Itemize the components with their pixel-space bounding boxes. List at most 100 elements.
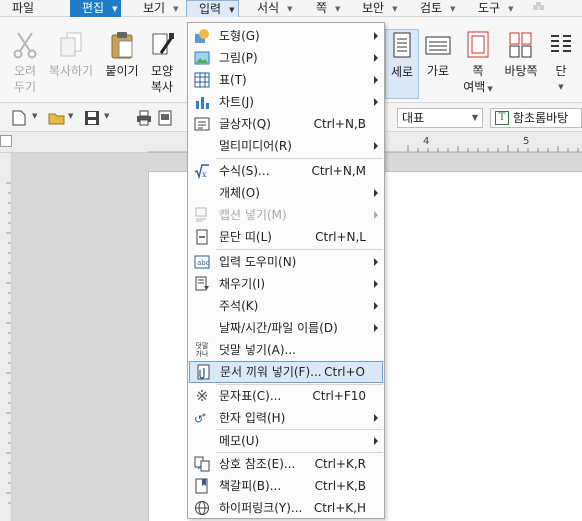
copy-label: 복사하기 — [48, 64, 94, 78]
submenu-arrow-icon — [374, 258, 378, 266]
insert-menu-dropdown: 도형(G) 그림(P) 표(T) 차트(J) 글상자(Q) Ctrl+N,B 멀… — [187, 22, 385, 519]
menu-view[interactable]: 보기 ▼ — [143, 0, 178, 17]
chart-icon — [196, 97, 209, 109]
menu-item-memo[interactable]: 메모(U) — [188, 430, 384, 452]
menu-item-formula[interactable]: x 수식(S)... Ctrl+N,M — [188, 160, 384, 182]
menu-item-chart[interactable]: 차트(J) — [188, 91, 384, 113]
chevron-down-icon: ▼ — [392, 5, 398, 13]
menu-item-insert-document[interactable]: 문서 끼워 넣기(F)... Ctrl+O — [189, 361, 383, 383]
submenu-arrow-icon — [374, 280, 378, 288]
svg-text:x: x — [202, 170, 207, 179]
open-folder-icon[interactable] — [48, 110, 66, 129]
menu-item-object[interactable]: 개체(O) — [188, 182, 384, 204]
menu-security[interactable]: 보안 ▼ — [362, 0, 397, 17]
submenu-arrow-icon — [374, 98, 378, 106]
menu-item-textbox[interactable]: 글상자(Q) Ctrl+N,B — [188, 113, 384, 135]
master-page-icon — [509, 32, 532, 58]
chevron-down-icon: ▼ — [450, 5, 456, 13]
columns-button[interactable]: 단 ▼ — [548, 31, 574, 95]
page-margins-button[interactable]: 쪽 여백 ▼ — [461, 31, 495, 97]
menu-review[interactable]: 검토 ▼ — [420, 0, 455, 17]
hanja-icon: ↺* — [194, 412, 206, 426]
menu-format[interactable]: 서식 ▼ — [257, 0, 292, 17]
margins-icon — [467, 31, 489, 58]
menu-item-picture[interactable]: 그림(P) — [188, 47, 384, 69]
menu-item-annotation[interactable]: 주석(K) — [188, 295, 384, 317]
menu-item-bookmark[interactable]: 책갈피(B)... Ctrl+K,B — [188, 475, 384, 497]
menu-item-insert-caption[interactable]: 캡션 넣기(M) — [188, 204, 384, 226]
picture-icon — [194, 51, 210, 65]
cut-button[interactable]: 오려 두기 — [10, 31, 40, 95]
menu-item-shape[interactable]: 도형(G) — [188, 25, 384, 47]
cut-label-2: 두기 — [13, 80, 37, 94]
input-helper-icon: abc — [194, 255, 210, 269]
menu-item-hyperlink[interactable]: 하이퍼링크(Y)... Ctrl+K,H — [188, 497, 384, 519]
menu-item-table[interactable]: 표(T) — [188, 69, 384, 91]
copy-button[interactable]: 복사하기 — [48, 31, 94, 79]
svg-text:*: * — [202, 412, 206, 421]
caption-icon — [195, 207, 207, 222]
style-select[interactable]: 대표 ▼ — [397, 108, 483, 128]
vertical-orientation-button[interactable]: 세로 — [385, 29, 419, 99]
new-document-icon[interactable] — [12, 110, 26, 129]
chevron-down-icon[interactable]: ▼ — [68, 112, 73, 120]
app-window: 파일 편집 ▼ 보기 ▼ 입력 ▼ 서식 ▼ 쪽 ▼ 보안 ▼ 검토 ▼ 도구 ▼ 오려 두기 — [0, 0, 582, 521]
vertical-label: 세로 — [390, 65, 414, 79]
ruby-text-icon: 덧말 가나 — [195, 342, 209, 358]
landscape-page-icon — [425, 36, 451, 55]
submenu-arrow-icon — [374, 324, 378, 332]
chevron-down-icon[interactable]: ▼ — [104, 112, 109, 120]
menu-insert[interactable]: 입력 ▼ — [186, 0, 240, 18]
margins-label-1: 쪽 — [472, 64, 484, 78]
menu-separator — [216, 249, 383, 250]
print-icon[interactable] — [136, 110, 152, 129]
submenu-arrow-icon — [374, 211, 378, 219]
margins-label-2: 여백 ▼ — [463, 80, 493, 94]
menu-edit[interactable]: 편집 ▼ — [70, 0, 122, 17]
menu-item-hanja-input[interactable]: ↺ * 한자 입력(H) — [188, 407, 384, 429]
preview-icon[interactable] — [158, 110, 172, 129]
menu-item-ruby-text[interactable]: 덧말 가나 덧말 넣기(A)... — [188, 339, 384, 361]
menu-item-date-time-filename[interactable]: 날짜/시간/파일 이름(D) — [188, 317, 384, 339]
fill-icon — [195, 276, 209, 291]
columns-label: 단 — [555, 64, 567, 78]
chevron-down-icon: ▼ — [173, 5, 179, 13]
format-painter-icon — [152, 33, 174, 55]
menu-page[interactable]: 쪽 ▼ — [316, 0, 340, 17]
master-page-button[interactable]: 바탕쪽 — [502, 31, 540, 79]
menu-item-multimedia[interactable]: 멀티미디어(R) — [188, 135, 384, 157]
ruler-number: 4 — [423, 136, 430, 147]
menu-tools[interactable]: 도구 ▼ — [478, 0, 513, 17]
textbox-icon — [194, 117, 210, 131]
shape-icon — [195, 29, 209, 43]
chevron-down-icon: ▼ — [287, 5, 293, 13]
submenu-arrow-icon — [374, 189, 378, 197]
horizontal-label: 가로 — [426, 64, 450, 78]
insert-document-icon — [197, 364, 210, 380]
symbol-icon: ※ — [195, 387, 209, 405]
style-select-value: 대표 — [402, 111, 425, 125]
menu-item-fill[interactable]: 채우기(I) — [188, 273, 384, 295]
menu-item-cross-reference[interactable]: 상호 참조(E)... Ctrl+K,R — [188, 453, 384, 475]
cut-label-1: 오려 — [13, 64, 37, 78]
chevron-down-icon: ▼ — [558, 83, 564, 91]
clipboard-icon — [111, 32, 133, 59]
hyperlink-icon — [195, 501, 209, 515]
chevron-down-icon[interactable]: ▼ — [32, 112, 37, 120]
master-page-label: 바탕쪽 — [504, 64, 538, 78]
menu-item-symbol-table[interactable]: ※ 문자표(C)... Ctrl+F10 — [188, 385, 384, 407]
format-painter-button[interactable]: 모양 복사 — [146, 31, 178, 95]
paste-button[interactable]: 붙이기 — [104, 31, 140, 79]
formula-icon: x — [194, 164, 209, 179]
scissors-icon — [13, 32, 37, 59]
chevron-down-icon: ▼ — [229, 6, 235, 14]
font-select[interactable]: T 함초롬바탕 — [490, 108, 582, 128]
horizontal-orientation-button[interactable]: 가로 — [423, 31, 453, 79]
menu-file[interactable]: 파일 — [12, 0, 34, 17]
chevron-down-icon: ▼ — [335, 5, 341, 13]
menu-item-paragraph-band[interactable]: 문단 띠(L) Ctrl+N,L — [188, 226, 384, 248]
save-icon[interactable] — [84, 110, 100, 129]
font-select-value: 함초롬바탕 — [513, 111, 569, 125]
ruler-corner — [0, 135, 12, 147]
menu-item-input-helper[interactable]: abc 입력 도우미(N) — [188, 251, 384, 273]
